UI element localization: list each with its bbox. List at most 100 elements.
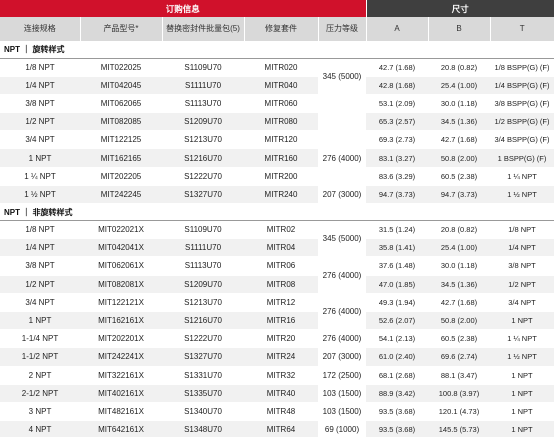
cell-dim-a: 42.8 (1.68) bbox=[366, 76, 428, 95]
cell-model: MIT202201X bbox=[80, 329, 162, 349]
cell-size: 1/8 NPT bbox=[0, 220, 80, 240]
cell-dim-b: 30.0 (1.18) bbox=[428, 94, 490, 114]
cell-dim-b: 25.4 (1.00) bbox=[428, 76, 490, 95]
col-header-a: A bbox=[366, 17, 429, 41]
cell-model: MIT162165 bbox=[80, 148, 162, 168]
cell-repair-kit: MITR120 bbox=[244, 130, 318, 150]
cell-seal-pack: S1213U70 bbox=[162, 130, 244, 150]
cell-dim-a: 37.6 (1.48) bbox=[366, 256, 428, 276]
cell-pressure: 69 (1000) bbox=[318, 420, 366, 437]
table-row: 3/8 NPT MIT062061X S1113U70 MITR06 276 (4000… bbox=[0, 256, 554, 294]
cell-dim-a: 83.6 (3.29) bbox=[366, 167, 428, 186]
cell-seal-pack: S1216U70 bbox=[162, 148, 244, 168]
table-row: 1-1/2 NPT MIT242241X S1327U70 MITR24 207 (30… bbox=[0, 347, 554, 367]
cell-repair-kit: MITR04 bbox=[244, 238, 318, 258]
cell-dim-t: 3/4 BSPP(G) (F) bbox=[490, 130, 554, 150]
cell-pressure: 103 (1500) bbox=[318, 402, 366, 422]
cell-model: MIT482161X bbox=[80, 402, 162, 422]
cell-model: MIT642161X bbox=[80, 420, 162, 437]
cell-size: 2 NPT bbox=[0, 366, 80, 385]
cell-dim-t: 1/4 NPT bbox=[490, 238, 554, 258]
cell-dim-a: 49.3 (1.94) bbox=[366, 293, 428, 312]
cell-seal-pack: S1109U70 bbox=[162, 220, 244, 240]
cell-size: 3/8 NPT bbox=[0, 94, 80, 114]
cell-size: 1 NPT bbox=[0, 148, 80, 168]
cell-size: 1/4 NPT bbox=[0, 238, 80, 258]
group-header-row: NPT ｜ 非旋转样式 bbox=[0, 203, 554, 221]
cell-dim-a: 93.5 (3.68) bbox=[366, 402, 428, 422]
cell-pressure: 345 (5000) bbox=[318, 58, 366, 95]
cell-dim-a: 31.5 (1.24) bbox=[366, 220, 428, 240]
group-title: NPT ｜ 旋转样式 bbox=[0, 41, 554, 59]
cell-pressure: 345 (5000) bbox=[318, 220, 366, 258]
cell-dim-t: 1 NPT bbox=[490, 366, 554, 385]
cell-dim-a: 65.3 (2.57) bbox=[366, 112, 428, 132]
cell-size: 2-1/2 NPT bbox=[0, 384, 80, 403]
table-row: 3/8 NPT MIT062065 S1113U70 MITR060 53.1 (2.0… bbox=[0, 94, 554, 132]
cell-dim-b: 34.5 (1.36) bbox=[428, 112, 490, 132]
cell-dim-a: 42.7 (1.68) bbox=[366, 58, 428, 77]
cell-pressure bbox=[318, 94, 366, 132]
cell-dim-a: 69.3 (2.73) bbox=[366, 130, 428, 150]
table-row: 1 NPT MIT162165 S1216U70 MITR160 83.1 (3.27)… bbox=[0, 148, 554, 168]
cell-seal-pack: S1327U70 bbox=[162, 185, 244, 205]
cell-dim-b: 69.6 (2.74) bbox=[428, 347, 490, 367]
cell-pressure: 276 (4000) bbox=[318, 256, 366, 294]
table-row: 3/4 NPT MIT122125 S1213U70 MITR120 276 (4000… bbox=[0, 130, 554, 186]
table-row: 3 NPT MIT482161X S1340U70 MITR48 103 (1500) 9… bbox=[0, 402, 554, 422]
column-header-row: 连接规格 产品型号* 替换密封件批量包(5) 修复套件 压力等级 A B T bbox=[0, 17, 554, 41]
cell-seal-pack: S1113U70 bbox=[162, 94, 244, 114]
cell-dim-a: 47.0 (1.85) bbox=[366, 275, 428, 294]
cell-seal-pack: S1111U70 bbox=[162, 238, 244, 258]
table-row: 1-1/4 NPT MIT202201X S1222U70 MITR20 276 (40… bbox=[0, 329, 554, 349]
cell-repair-kit: MITR64 bbox=[244, 420, 318, 437]
cell-dim-t: 1 NPT bbox=[490, 402, 554, 422]
table-body: NPT ｜ 旋转样式 1/8 NPT MIT022025 S1109U70 MITR02… bbox=[0, 41, 554, 437]
cell-repair-kit: MITR48 bbox=[244, 402, 318, 422]
cell-dim-t: 3/4 NPT bbox=[490, 293, 554, 312]
cell-dim-t: 3/8 BSPP(G) (F) bbox=[490, 94, 554, 114]
dimensions-header: 尺寸 bbox=[366, 0, 554, 17]
table-row: 2 NPT MIT322161X S1331U70 MITR32 172 (2500) 6… bbox=[0, 366, 554, 385]
cell-pressure: 103 (1500) bbox=[318, 384, 366, 403]
cell-model: MIT062065 bbox=[80, 94, 162, 114]
table-row: 2-1/2 NPT MIT402161X S1335U70 MITR40 103 (15… bbox=[0, 384, 554, 403]
table-row: 1 NPT MIT162161X S1216U70 MITR16 52.6 (2.07)… bbox=[0, 311, 554, 331]
cell-repair-kit: MITR40 bbox=[244, 384, 318, 403]
cell-size: 3/4 NPT bbox=[0, 130, 80, 150]
cell-dim-a: 93.5 (3.68) bbox=[366, 420, 428, 437]
cell-seal-pack: S1348U70 bbox=[162, 420, 244, 437]
cell-seal-pack: S1327U70 bbox=[162, 347, 244, 367]
cell-model: MIT082081X bbox=[80, 275, 162, 294]
cell-repair-kit: MITR12 bbox=[244, 293, 318, 312]
table-row: 1/2 NPT MIT082085 S1209U70 MITR080 65.3 (2.5… bbox=[0, 112, 554, 132]
spec-table: 订购信息 尺寸 连接规格 产品型号* 替换密封件批量包(5) 修复套件 压力等级… bbox=[0, 0, 554, 437]
cell-repair-kit: MITR080 bbox=[244, 112, 318, 132]
cell-dim-a: 61.0 (2.40) bbox=[366, 347, 428, 367]
col-header-b: B bbox=[428, 17, 491, 41]
cell-model: MIT042045 bbox=[80, 76, 162, 95]
col-header-pressure: 压力等级 bbox=[318, 17, 367, 41]
col-header-model: 产品型号* bbox=[80, 17, 163, 41]
cell-dim-b: 60.5 (2.38) bbox=[428, 329, 490, 349]
cell-size: 1-1/2 NPT bbox=[0, 347, 80, 367]
cell-model: MIT202205 bbox=[80, 167, 162, 186]
group-header-row: NPT ｜ 旋转样式 bbox=[0, 41, 554, 59]
cell-dim-b: 94.7 (3.73) bbox=[428, 185, 490, 205]
cell-repair-kit: MITR08 bbox=[244, 275, 318, 294]
cell-size: 3/8 NPT bbox=[0, 256, 80, 276]
table-row: 1/8 NPT MIT022025 S1109U70 MITR020 345 (5000… bbox=[0, 58, 554, 95]
cell-dim-b: 88.1 (3.47) bbox=[428, 366, 490, 385]
cell-size: 1/2 NPT bbox=[0, 275, 80, 294]
cell-dim-a: 35.8 (1.41) bbox=[366, 238, 428, 258]
cell-repair-kit: MITR060 bbox=[244, 94, 318, 114]
cell-seal-pack: S1111U70 bbox=[162, 76, 244, 95]
cell-repair-kit: MITR200 bbox=[244, 167, 318, 186]
cell-model: MIT062061X bbox=[80, 256, 162, 276]
cell-repair-kit: MITR24 bbox=[244, 347, 318, 367]
cell-dim-t: 1 NPT bbox=[490, 420, 554, 437]
cell-size: 4 NPT bbox=[0, 420, 80, 437]
cell-dim-a: 54.1 (2.13) bbox=[366, 329, 428, 349]
cell-size: 1/2 NPT bbox=[0, 112, 80, 132]
cell-repair-kit: MITR16 bbox=[244, 311, 318, 331]
